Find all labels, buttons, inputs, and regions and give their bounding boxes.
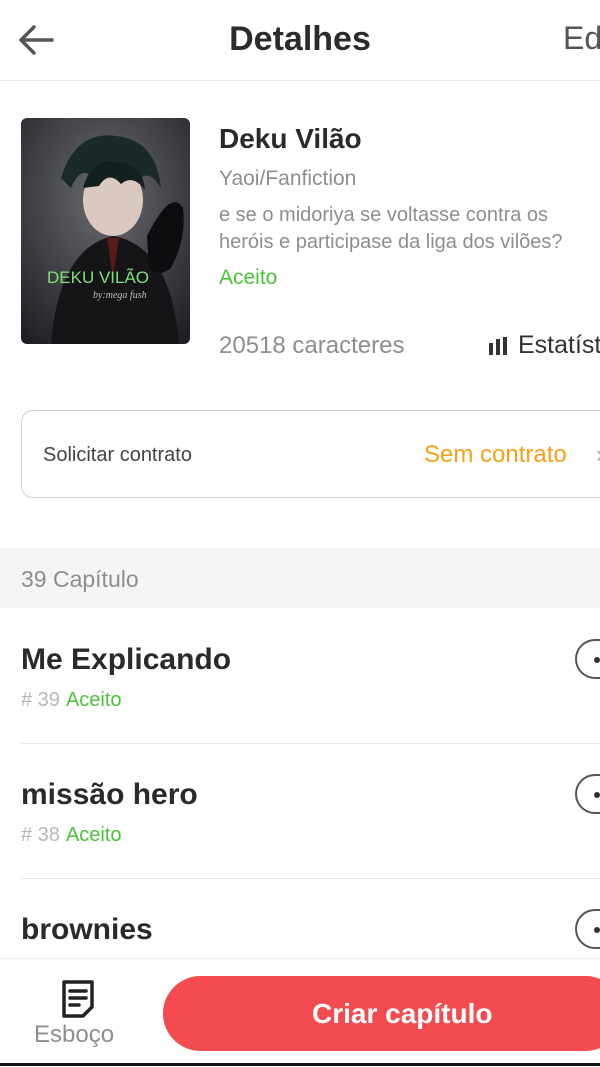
chapter-title: Me Explicando xyxy=(21,643,232,676)
cover-signature-text: by:mega fush xyxy=(93,290,147,301)
book-cover-image[interactable]: DEKU VILÃO by:mega fush xyxy=(21,118,190,344)
chapter-status: Aceito xyxy=(65,689,122,711)
chapter-title: missão hero xyxy=(21,778,198,811)
contract-status: Sem contrato xyxy=(424,441,567,468)
chapter-more-button[interactable] xyxy=(575,639,600,679)
book-description-line: heróis e participase da liga dos vilões? xyxy=(219,231,563,253)
chapter-list-item[interactable]: Me Explicando # 39 Aceito xyxy=(0,609,600,744)
chapter-status: Aceito xyxy=(65,824,122,846)
chapters-section-header: 39 Capítulo xyxy=(0,548,600,608)
draft-document-icon xyxy=(62,980,94,1018)
chapter-count: 39 Capítulo xyxy=(21,566,139,592)
book-info-card: DEKU VILÃO by:mega fush Deku Vilão Yaoi/… xyxy=(0,80,600,380)
page-title: Detalhes xyxy=(229,20,371,58)
statistics-label: Estatísticas xyxy=(518,331,600,359)
chevron-right-icon: › xyxy=(596,441,600,469)
book-status-badge: Aceito xyxy=(219,266,278,289)
statistics-link[interactable]: Estatísticas xyxy=(488,331,600,360)
create-chapter-label: Criar capítulo xyxy=(312,998,493,1029)
chapter-list-item[interactable]: missão hero # 38 Aceito xyxy=(0,744,600,879)
more-dot-icon xyxy=(594,657,600,663)
more-dot-icon xyxy=(594,792,600,798)
draft-label: Esboço xyxy=(34,1021,115,1048)
character-count: 20518 caracteres xyxy=(219,332,405,359)
create-chapter-button[interactable]: Criar capítulo xyxy=(163,976,600,1051)
chapter-title: brownies xyxy=(21,913,153,946)
bottom-action-bar: Esboço Criar capítulo xyxy=(0,958,600,1067)
chapter-meta: # 39 Aceito xyxy=(21,689,122,712)
chapter-number: # 39 xyxy=(21,689,60,711)
chapter-more-button[interactable] xyxy=(575,774,600,814)
book-title: Deku Vilão xyxy=(219,123,362,154)
book-genre: Yaoi/Fanfiction xyxy=(219,167,357,190)
edit-button[interactable]: Ed xyxy=(563,20,600,57)
bar-chart-icon xyxy=(489,336,507,355)
request-contract-row[interactable]: Solicitar contrato Sem contrato › xyxy=(21,410,600,498)
book-description: e se o midoriya se voltasse contra os he… xyxy=(219,202,600,256)
chapter-more-button[interactable] xyxy=(575,909,600,949)
chapter-meta: # 38 Aceito xyxy=(21,824,122,847)
contract-label: Solicitar contrato xyxy=(43,444,192,466)
book-description-line: e se o midoriya se voltasse contra os xyxy=(219,204,549,226)
top-app-bar: Detalhes Ed xyxy=(0,0,600,81)
more-dot-icon xyxy=(594,927,600,933)
cover-title-text: DEKU VILÃO xyxy=(47,268,149,287)
chapter-number: # 38 xyxy=(21,824,60,846)
